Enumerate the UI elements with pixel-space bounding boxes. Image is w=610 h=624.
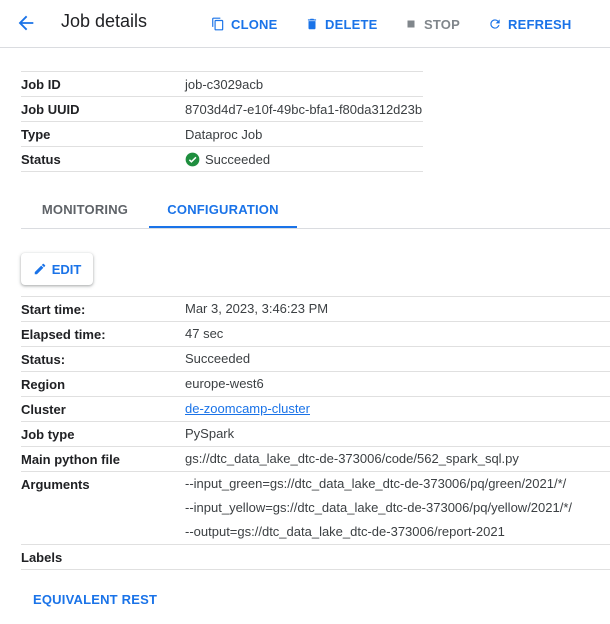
- config-row-region: Region europe-west6: [21, 371, 610, 396]
- cluster-value-wrap: de-zoomcamp-cluster: [185, 397, 310, 421]
- delete-button[interactable]: DELETE: [305, 15, 377, 33]
- tab-monitoring[interactable]: MONITORING: [21, 191, 149, 228]
- config-row-start-time: Start time: Mar 3, 2023, 3:46:23 PM: [21, 296, 610, 321]
- summary-label: Job UUID: [21, 101, 80, 117]
- argument-item: --output=gs://dtc_data_lake_dtc-de-37300…: [185, 524, 505, 539]
- check-circle-icon: [185, 152, 200, 166]
- region-value: europe-west6: [185, 376, 264, 391]
- tab-configuration[interactable]: CONFIGURATION: [149, 191, 297, 228]
- config-label: Cluster: [21, 402, 66, 417]
- edit-button[interactable]: EDIT: [21, 253, 93, 285]
- refresh-label: REFRESH: [508, 16, 572, 32]
- main-python-file-value: gs://dtc_data_lake_dtc-de-373006/code/56…: [185, 451, 519, 466]
- type-value: Dataproc Job: [185, 126, 263, 142]
- stop-icon: [407, 20, 415, 28]
- arguments-list: --input_green=gs://dtc_data_lake_dtc-de-…: [185, 472, 572, 544]
- copy-icon: [212, 17, 224, 31]
- pencil-icon: [34, 263, 45, 275]
- refresh-icon: [490, 19, 500, 29]
- header-bar: Job details CLONE DELETE STOP REFRESH: [0, 0, 610, 48]
- config-label: Labels: [21, 550, 63, 565]
- config-label: Main python file: [21, 452, 120, 467]
- config-label: Elapsed time:: [21, 327, 106, 342]
- job-uuid-value: 8703d4d7-e10f-49bc-bfa1-f80da312d23b: [185, 101, 423, 117]
- summary-label: Type: [21, 126, 51, 142]
- config-row-arguments: Arguments --input_green=gs://dtc_data_la…: [21, 471, 610, 544]
- argument-item: --input_green=gs://dtc_data_lake_dtc-de-…: [185, 476, 567, 491]
- status-value: Succeeded: [205, 151, 271, 167]
- trash-icon: [307, 18, 317, 30]
- config-label: Arguments: [21, 477, 90, 492]
- summary-row-status: Status Succeeded: [21, 146, 423, 172]
- stop-label: STOP: [424, 16, 460, 32]
- clone-button[interactable]: CLONE: [211, 15, 278, 33]
- status-value-wrap: Succeeded: [185, 152, 270, 167]
- config-row-main-python-file: Main python file gs://dtc_data_lake_dtc-…: [21, 446, 610, 471]
- config-label: Job type: [21, 427, 75, 442]
- argument-item: --input_yellow=gs://dtc_data_lake_dtc-de…: [185, 500, 573, 515]
- start-time-value: Mar 3, 2023, 3:46:23 PM: [185, 301, 329, 316]
- back-arrow-icon[interactable]: [14, 12, 38, 34]
- summary-row-job-uuid: Job UUID 8703d4d7-e10f-49bc-bfa1-f80da31…: [21, 96, 423, 121]
- cluster-link[interactable]: de-zoomcamp-cluster: [185, 401, 310, 416]
- job-type-value: PySpark: [185, 426, 235, 441]
- elapsed-time-value: 47 sec: [185, 326, 224, 341]
- stop-button[interactable]: STOP: [404, 15, 460, 33]
- clone-label: CLONE: [231, 16, 278, 32]
- tab-bar: MONITORING CONFIGURATION: [21, 191, 610, 229]
- config-row-status: Status: Succeeded: [21, 346, 610, 371]
- summary-row-job-id: Job ID job-c3029acb: [21, 71, 423, 96]
- refresh-button[interactable]: REFRESH: [488, 15, 572, 33]
- summary-label: Job ID: [21, 76, 61, 92]
- config-label: Start time:: [21, 302, 86, 317]
- summary-label: Status: [21, 151, 61, 167]
- job-id-value: job-c3029acb: [185, 76, 264, 92]
- config-row-job-type: Job type PySpark: [21, 421, 610, 446]
- page-title: Job details: [61, 11, 148, 31]
- equivalent-rest-button[interactable]: EQUIVALENT REST: [33, 592, 157, 607]
- summary-row-type: Type Dataproc Job: [21, 121, 423, 146]
- config-row-elapsed-time: Elapsed time: 47 sec: [21, 321, 610, 346]
- config-row-cluster: Cluster de-zoomcamp-cluster: [21, 396, 610, 421]
- config-label: Region: [21, 377, 66, 392]
- delete-label: DELETE: [325, 16, 378, 32]
- configuration-table: Start time: Mar 3, 2023, 3:46:23 PM Elap…: [21, 296, 610, 570]
- config-row-labels: Labels: [21, 544, 610, 570]
- config-status-value: Succeeded: [185, 351, 251, 366]
- config-label: Status:: [21, 352, 66, 367]
- job-summary-table: Job ID job-c3029acb Job UUID 8703d4d7-e1…: [21, 71, 423, 172]
- edit-label: EDIT: [51, 261, 82, 277]
